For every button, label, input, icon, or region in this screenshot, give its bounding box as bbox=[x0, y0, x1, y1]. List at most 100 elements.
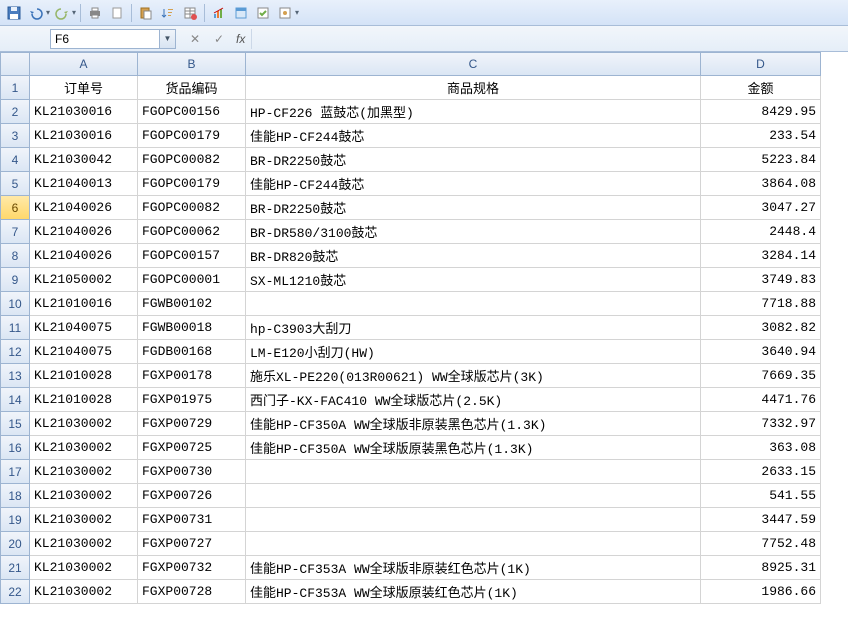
row-header[interactable]: 7 bbox=[0, 220, 30, 244]
cell[interactable]: KL21040013 bbox=[30, 172, 138, 196]
cell[interactable]: hp-C3903大刮刀 bbox=[246, 316, 701, 340]
cell[interactable]: 佳能HP-CF350A WW全球版原装黑色芯片(1.3K) bbox=[246, 436, 701, 460]
cell[interactable]: 佳能HP-CF353A WW全球版原装红色芯片(1K) bbox=[246, 580, 701, 604]
row-header[interactable]: 2 bbox=[0, 100, 30, 124]
cell[interactable]: BR-DR820鼓芯 bbox=[246, 244, 701, 268]
cell[interactable]: 施乐XL-PE220(013R00621) WW全球版芯片(3K) bbox=[246, 364, 701, 388]
cell[interactable]: KL21050002 bbox=[30, 268, 138, 292]
col-header-c[interactable]: C bbox=[246, 52, 701, 76]
cell[interactable]: 1986.66 bbox=[701, 580, 821, 604]
row-header[interactable]: 3 bbox=[0, 124, 30, 148]
name-box[interactable]: F6 bbox=[50, 29, 160, 49]
cell[interactable]: 541.55 bbox=[701, 484, 821, 508]
cell[interactable]: 佳能HP-CF244鼓芯 bbox=[246, 172, 701, 196]
cell[interactable]: KL21030002 bbox=[30, 412, 138, 436]
cell[interactable]: 5223.84 bbox=[701, 148, 821, 172]
cell[interactable]: 3640.94 bbox=[701, 340, 821, 364]
cell[interactable] bbox=[246, 508, 701, 532]
cell[interactable]: 3284.14 bbox=[701, 244, 821, 268]
chart-icon[interactable] bbox=[209, 3, 229, 23]
cell[interactable]: 3864.08 bbox=[701, 172, 821, 196]
cell[interactable]: 3082.82 bbox=[701, 316, 821, 340]
name-box-dropdown[interactable]: ▼ bbox=[160, 29, 176, 49]
cell[interactable]: 2633.15 bbox=[701, 460, 821, 484]
row-header[interactable]: 22 bbox=[0, 580, 30, 604]
cell[interactable]: FGWB00018 bbox=[138, 316, 246, 340]
cell[interactable]: KL21040026 bbox=[30, 244, 138, 268]
cell[interactable]: KL21030002 bbox=[30, 508, 138, 532]
cell[interactable]: KL21010016 bbox=[30, 292, 138, 316]
cell[interactable]: 3447.59 bbox=[701, 508, 821, 532]
cell[interactable]: 7669.35 bbox=[701, 364, 821, 388]
cell[interactable]: 2448.4 bbox=[701, 220, 821, 244]
cell[interactable]: KL21030016 bbox=[30, 100, 138, 124]
row-header[interactable]: 13 bbox=[0, 364, 30, 388]
cell[interactable]: BR-DR2250鼓芯 bbox=[246, 196, 701, 220]
cell[interactable]: 8925.31 bbox=[701, 556, 821, 580]
row-header[interactable]: 21 bbox=[0, 556, 30, 580]
cell[interactable]: BR-DR2250鼓芯 bbox=[246, 148, 701, 172]
cell[interactable]: KL21030002 bbox=[30, 580, 138, 604]
paste-icon[interactable] bbox=[136, 3, 156, 23]
fx-icon[interactable]: fx bbox=[236, 32, 245, 46]
cell[interactable]: FGWB00102 bbox=[138, 292, 246, 316]
cell[interactable]: 3749.83 bbox=[701, 268, 821, 292]
cell[interactable]: 7752.48 bbox=[701, 532, 821, 556]
cell[interactable]: KL21030002 bbox=[30, 484, 138, 508]
cell[interactable]: FGOPC00001 bbox=[138, 268, 246, 292]
redo-dropdown-icon[interactable]: ▾ bbox=[72, 8, 76, 17]
cell[interactable]: FGXP00730 bbox=[138, 460, 246, 484]
cell[interactable]: 3047.27 bbox=[701, 196, 821, 220]
cell[interactable]: FGOPC00157 bbox=[138, 244, 246, 268]
cell[interactable]: KL21040026 bbox=[30, 196, 138, 220]
settings-icon[interactable] bbox=[275, 3, 295, 23]
sort-icon[interactable] bbox=[158, 3, 178, 23]
row-header[interactable]: 4 bbox=[0, 148, 30, 172]
row-header[interactable]: 1 bbox=[0, 76, 30, 100]
cell[interactable]: 佳能HP-CF353A WW全球版非原装红色芯片(1K) bbox=[246, 556, 701, 580]
row-header[interactable]: 8 bbox=[0, 244, 30, 268]
cell[interactable]: 订单号 bbox=[30, 76, 138, 100]
validate-icon[interactable] bbox=[253, 3, 273, 23]
formula-input[interactable] bbox=[251, 29, 848, 49]
row-header[interactable]: 17 bbox=[0, 460, 30, 484]
row-header[interactable]: 12 bbox=[0, 340, 30, 364]
cell[interactable]: FGXP00731 bbox=[138, 508, 246, 532]
undo-icon[interactable] bbox=[26, 3, 46, 23]
form-icon[interactable] bbox=[231, 3, 251, 23]
cell[interactable]: 西门子-KX-FAC410 WW全球版芯片(2.5K) bbox=[246, 388, 701, 412]
cell[interactable]: KL21030002 bbox=[30, 532, 138, 556]
cell[interactable]: KL21010028 bbox=[30, 364, 138, 388]
cell[interactable]: KL21030002 bbox=[30, 460, 138, 484]
undo-dropdown-icon[interactable]: ▾ bbox=[46, 8, 50, 17]
row-header[interactable]: 14 bbox=[0, 388, 30, 412]
cell[interactable]: FGXP00725 bbox=[138, 436, 246, 460]
cell[interactable]: FGXP00728 bbox=[138, 580, 246, 604]
cell[interactable]: LM-E120小刮刀(HW) bbox=[246, 340, 701, 364]
cell[interactable]: KL21040075 bbox=[30, 340, 138, 364]
cell[interactable]: FGXP00727 bbox=[138, 532, 246, 556]
cell[interactable]: KL21040075 bbox=[30, 316, 138, 340]
row-header[interactable]: 20 bbox=[0, 532, 30, 556]
toolbar-overflow-icon[interactable]: ▾ bbox=[295, 8, 299, 17]
cell[interactable]: 货品编码 bbox=[138, 76, 246, 100]
cell[interactable] bbox=[246, 292, 701, 316]
cancel-formula-icon[interactable]: ✕ bbox=[186, 30, 204, 48]
cell[interactable]: 8429.95 bbox=[701, 100, 821, 124]
cell[interactable] bbox=[246, 460, 701, 484]
cell[interactable]: FGOPC00179 bbox=[138, 124, 246, 148]
cell[interactable]: HP-CF226 蓝鼓芯(加黑型) bbox=[246, 100, 701, 124]
cell[interactable]: FGXP01975 bbox=[138, 388, 246, 412]
cell[interactable]: 233.54 bbox=[701, 124, 821, 148]
cell[interactable]: FGOPC00156 bbox=[138, 100, 246, 124]
select-all-corner[interactable] bbox=[0, 52, 30, 76]
cell[interactable]: FGXP00178 bbox=[138, 364, 246, 388]
col-header-b[interactable]: B bbox=[138, 52, 246, 76]
cell[interactable]: KL21030016 bbox=[30, 124, 138, 148]
col-header-d[interactable]: D bbox=[701, 52, 821, 76]
cell[interactable]: 4471.76 bbox=[701, 388, 821, 412]
cell[interactable]: FGDB00168 bbox=[138, 340, 246, 364]
cell[interactable]: 佳能HP-CF244鼓芯 bbox=[246, 124, 701, 148]
cell[interactable] bbox=[246, 532, 701, 556]
cell[interactable]: FGOPC00082 bbox=[138, 148, 246, 172]
